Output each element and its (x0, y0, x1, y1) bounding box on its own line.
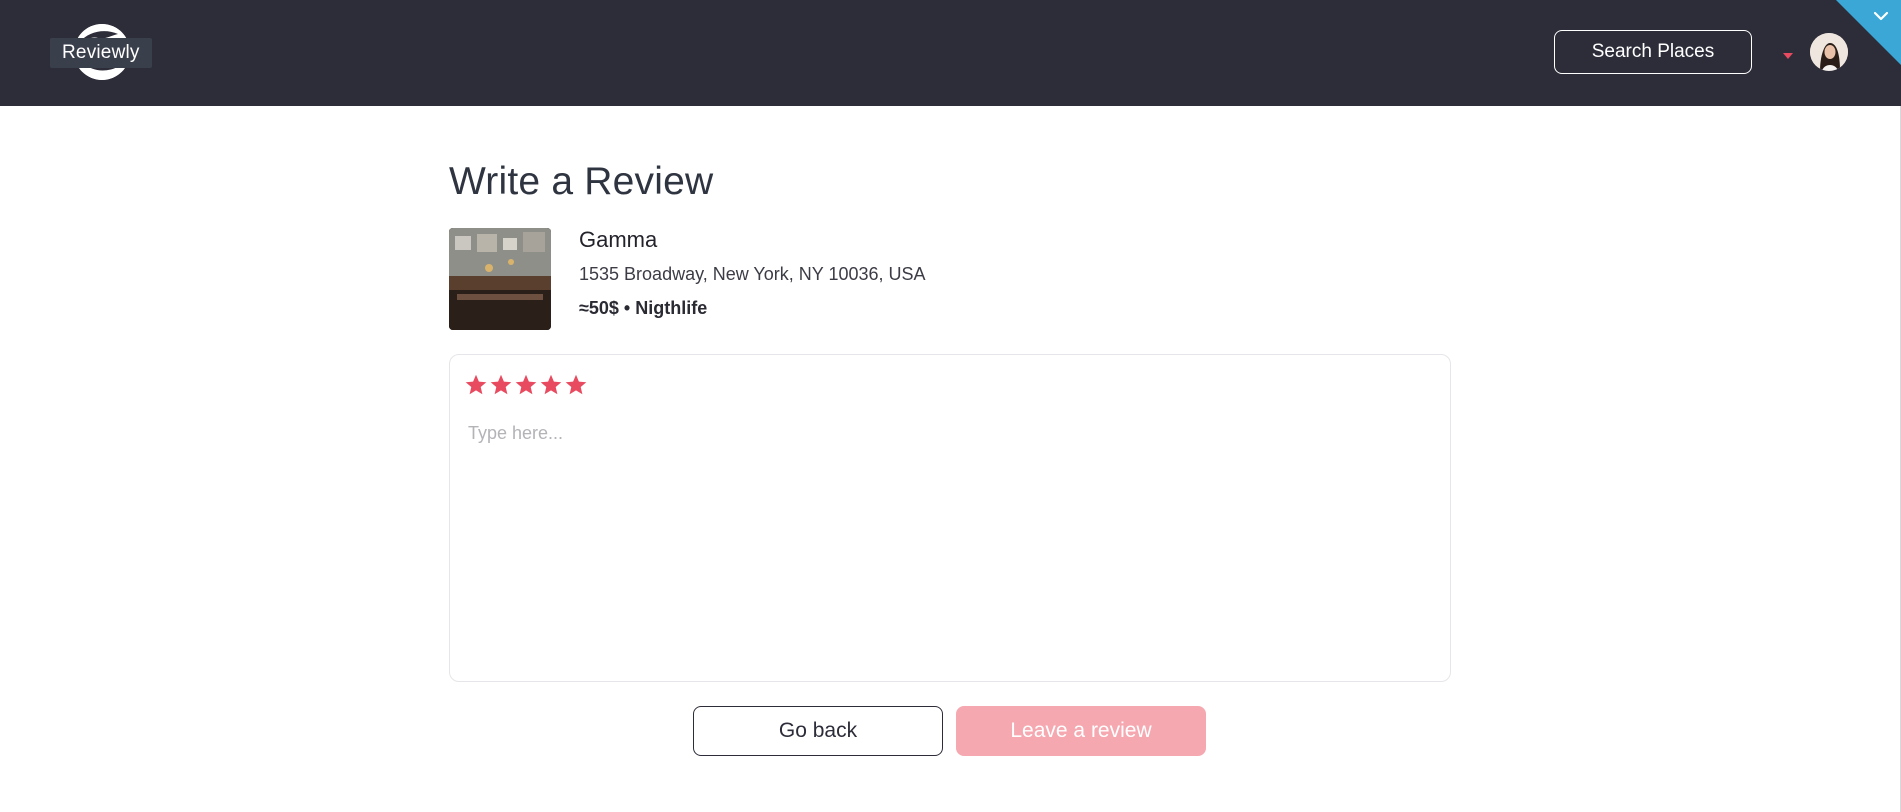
star-icon[interactable] (489, 373, 513, 397)
leave-review-button[interactable]: Leave a review (956, 706, 1206, 756)
chevron-down-corner-icon[interactable] (1836, 0, 1901, 65)
place-address: 1535 Broadway, New York, NY 10036, USA (579, 264, 926, 284)
star-icon[interactable] (539, 373, 563, 397)
place-name: Gamma (579, 227, 658, 252)
place-price-category: ≈50$ • Nigthlife (579, 298, 708, 318)
star-icon[interactable] (464, 373, 488, 397)
star-rating[interactable] (464, 373, 588, 397)
go-back-button[interactable]: Go back (693, 706, 943, 756)
review-form-card (449, 354, 1451, 682)
star-icon[interactable] (514, 373, 538, 397)
page-title: Write a Review (449, 160, 714, 203)
search-places-button[interactable]: Search Places (1554, 30, 1752, 74)
top-navigation-bar: Reviewly Search Places (0, 0, 1901, 106)
reviewly-logo[interactable]: Reviewly (50, 24, 152, 84)
place-thumbnail (449, 228, 551, 330)
review-text-input[interactable] (466, 421, 1430, 665)
caret-down-icon[interactable] (1782, 52, 1794, 60)
logo-text: Reviewly (50, 38, 152, 68)
star-icon[interactable] (564, 373, 588, 397)
